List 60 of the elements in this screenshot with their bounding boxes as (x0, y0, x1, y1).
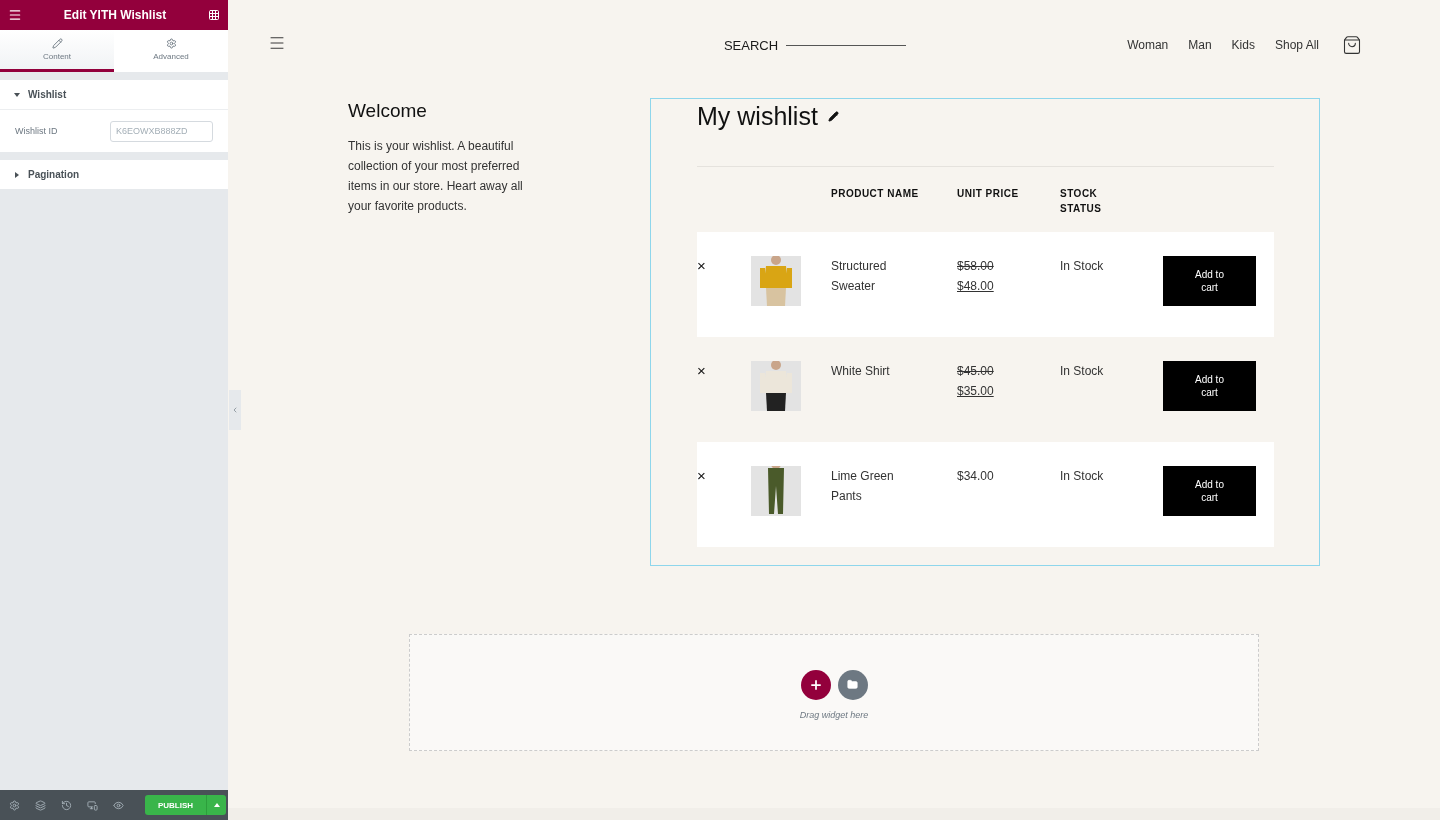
caret-icon (213, 803, 220, 807)
remove-button[interactable]: × (697, 362, 709, 380)
section-header[interactable]: Pagination (0, 160, 228, 189)
tab-label: Advanced (153, 52, 189, 61)
input-field[interactable]: K6EOWXB888ZD (110, 120, 213, 142)
menu-icon[interactable] (8, 8, 22, 22)
add-to-cart-button[interactable]: Add to cart (1163, 466, 1256, 516)
wishlist-title: My wishlist (697, 102, 818, 131)
menu-icon[interactable] (268, 34, 286, 52)
layers-icon[interactable] (35, 799, 46, 811)
column-header: PRODUCT NAME (831, 187, 920, 201)
section-title: Pagination (28, 169, 80, 180)
settings-icon (165, 38, 177, 49)
add-to-cart-button[interactable]: Add to cart (1163, 256, 1256, 306)
tab-label: Content (43, 52, 71, 61)
add-to-cart-button[interactable]: Add to cart (1163, 361, 1256, 411)
publish-options-button[interactable] (206, 795, 226, 815)
wishlist-widget[interactable]: My wishlist PRODUCT NAME UNIT PRICE STOCK STATUS × Structured Sweater $58.00 $48.00 In Stock Add to cart × White Shirt $45.00 $35.00 In Stock Add to cart × Lime Green Pants $34.00 In Stock Add to cart (650, 98, 1320, 566)
old-price: $45.00 (957, 363, 994, 380)
nav-link[interactable]: Kids (1231, 38, 1255, 52)
apps-icon[interactable] (208, 9, 220, 21)
pencil-icon (51, 38, 63, 49)
intro-text: This is your wishlist. A beautiful collection of your most preferred items in our store. Heart away all your favorite products. (348, 138, 524, 215)
search-label[interactable]: SEARCH (723, 37, 779, 53)
folder-icon (847, 679, 858, 690)
product-name[interactable]: Structured Sweater (831, 256, 911, 296)
remove-button[interactable]: × (697, 467, 709, 485)
preview-icon[interactable] (113, 799, 124, 811)
history-icon[interactable] (61, 799, 72, 811)
remove-button[interactable]: × (697, 257, 709, 275)
template-button[interactable] (837, 669, 868, 700)
chevron-icon (231, 406, 239, 414)
nav-link[interactable]: Shop All (1274, 38, 1319, 52)
sale-price: $48.00 (957, 278, 994, 295)
field-label: Wishlist ID (15, 126, 58, 136)
section-title: Wishlist (28, 89, 67, 100)
section-header[interactable]: Wishlist (0, 80, 228, 109)
bag-icon[interactable] (1342, 35, 1362, 55)
nav-link[interactable]: Man (1188, 38, 1212, 52)
drop-zone[interactable]: Drag widget here (409, 634, 1259, 751)
add-widget-button[interactable] (800, 669, 831, 700)
stock-status: In Stock (1060, 468, 1105, 485)
product-name[interactable]: White Shirt (831, 361, 911, 381)
column-header: UNIT PRICE (957, 187, 1020, 201)
panel-title: Edit YITH Wishlist (63, 8, 167, 22)
nav-link[interactable]: Woman (1127, 38, 1169, 52)
collapse-handle[interactable] (229, 390, 241, 430)
stock-status: In Stock (1060, 258, 1105, 275)
drop-hint: Drag widget here (799, 709, 869, 720)
intro-title: Welcome (348, 100, 428, 122)
product-name[interactable]: Lime Green Pants (831, 466, 911, 506)
settings-icon[interactable] (9, 799, 20, 811)
responsive-icon[interactable] (87, 799, 98, 811)
column-header: STOCK STATUS (1060, 187, 1103, 216)
sale-price: $35.00 (957, 383, 994, 400)
plus-icon (808, 677, 823, 692)
unit-price: $34.00 (957, 468, 995, 485)
pencil-icon[interactable] (827, 111, 839, 122)
old-price: $58.00 (957, 258, 994, 275)
stock-status: In Stock (1060, 363, 1105, 380)
